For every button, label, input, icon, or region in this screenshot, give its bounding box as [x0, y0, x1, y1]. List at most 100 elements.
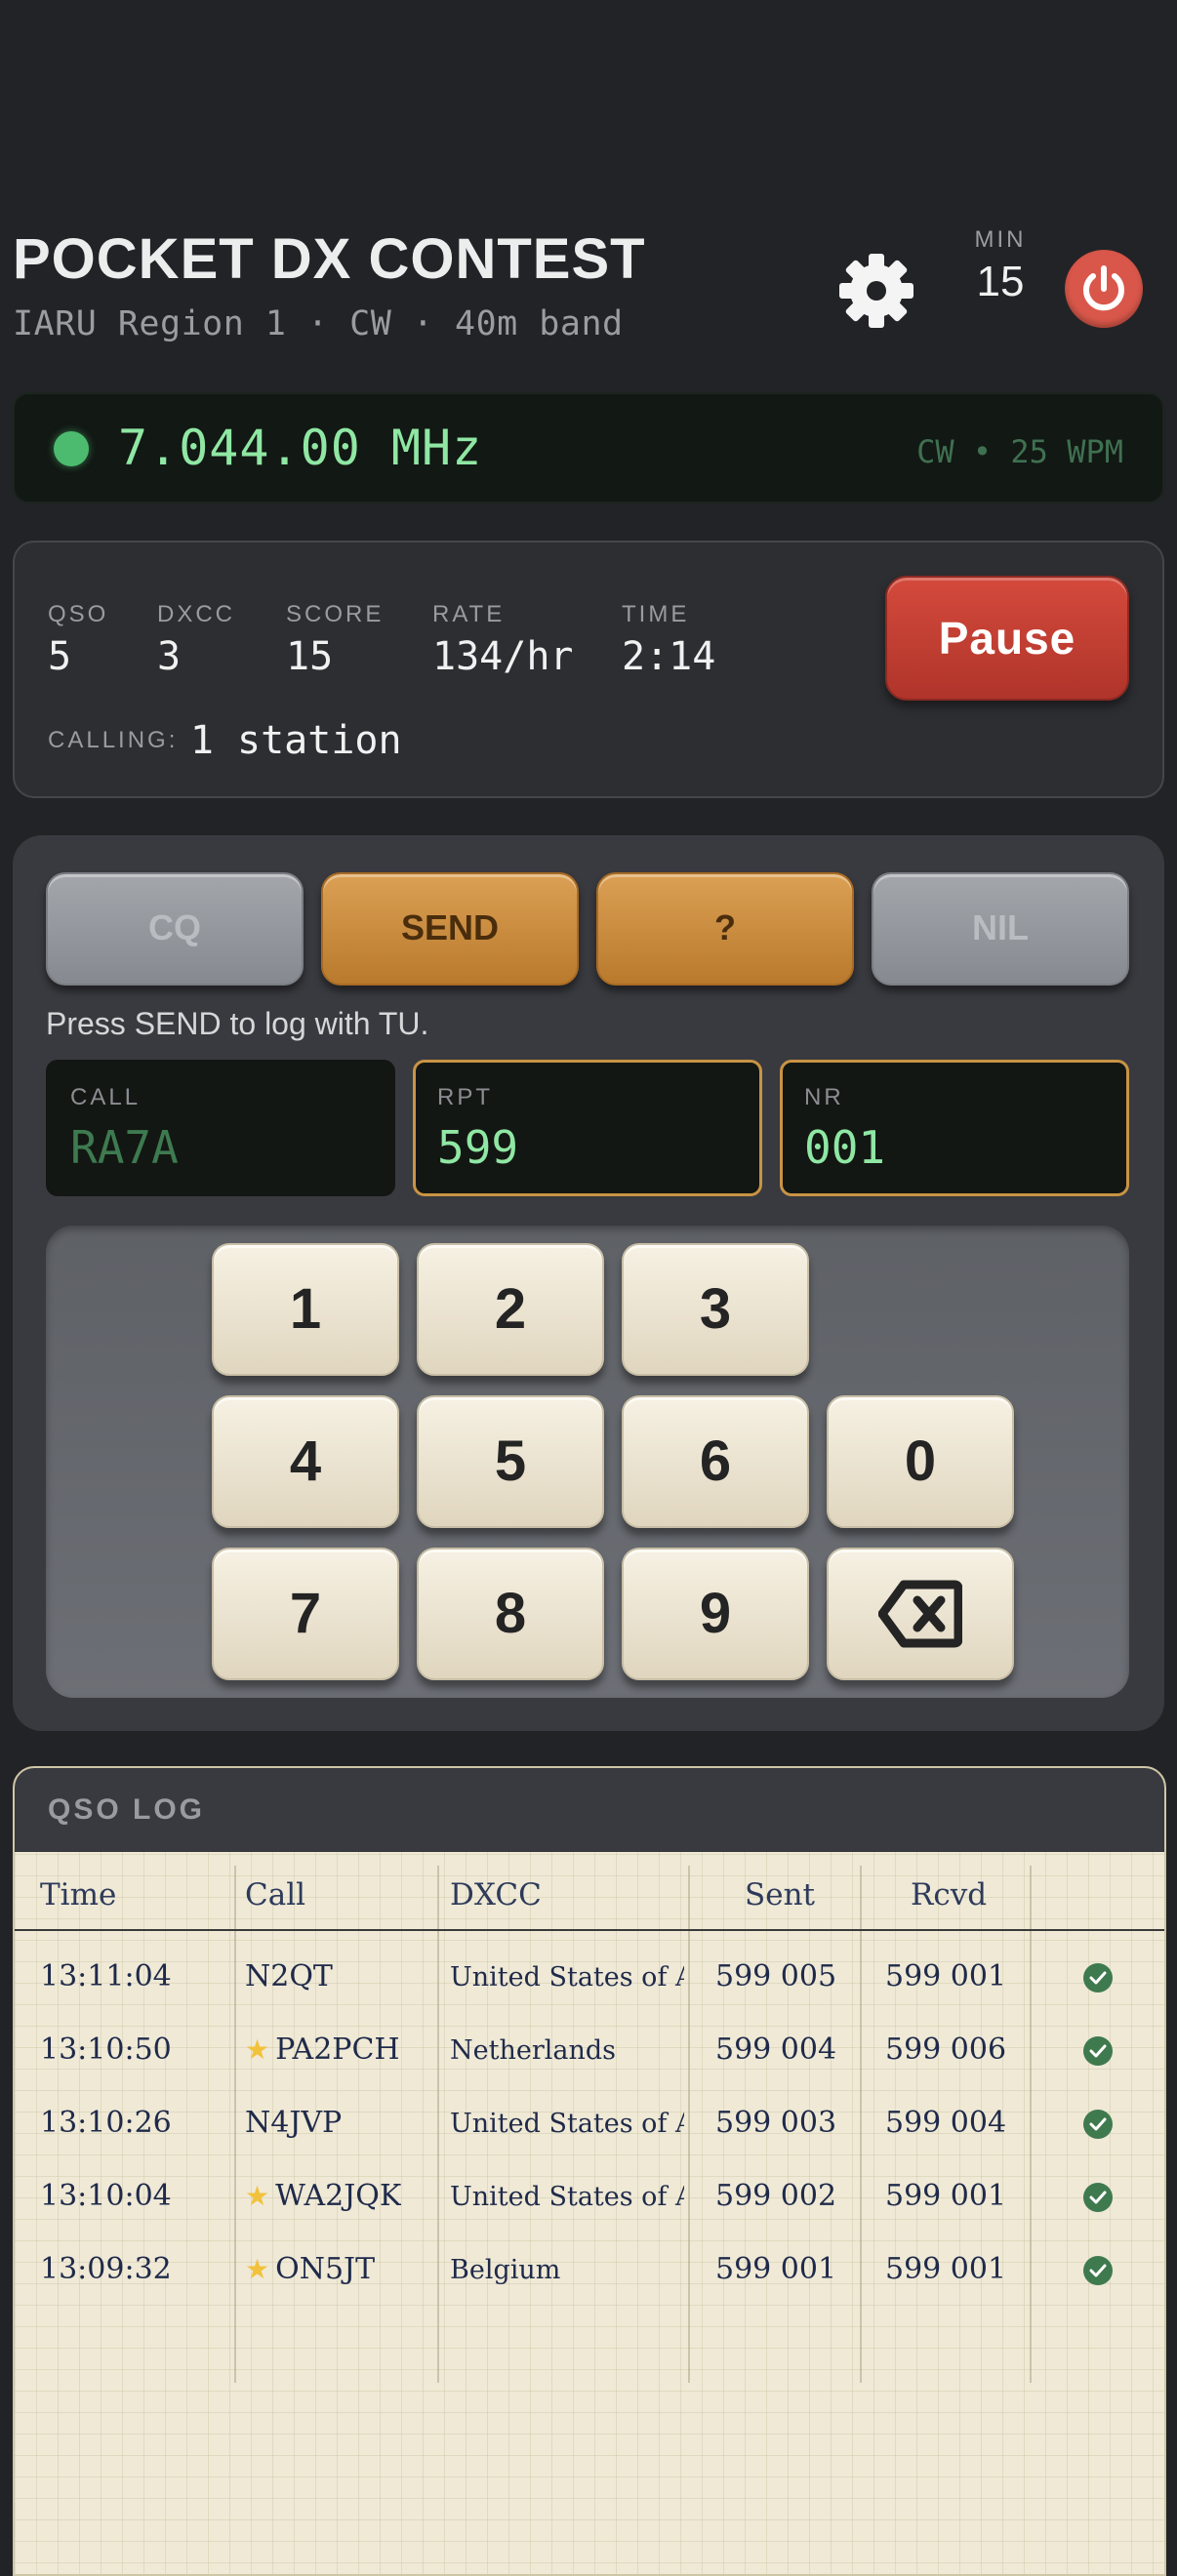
app-header: POCKET DX CONTEST IARU Region 1 · CW · 4… — [13, 226, 1164, 353]
column-header-rcvd: Rcvd — [911, 1877, 988, 1912]
keyer-panel: CQ SEND ? NIL Press SEND to log with TU.… — [13, 835, 1164, 1731]
stat-value: 134/hr — [432, 634, 574, 679]
header-divider — [15, 1929, 1164, 1931]
log-dxcc: United States of A... — [450, 2109, 684, 2139]
log-sent: 599 001 — [715, 2252, 837, 2286]
log-time: 13:10:26 — [40, 2106, 172, 2140]
backspace-icon — [877, 1580, 963, 1648]
cq-button[interactable]: CQ — [46, 872, 304, 986]
field-label: NR — [804, 1084, 844, 1110]
table-row[interactable]: 13:10:50 ★ PA2PCH Netherlands 599 004 599 006 — [15, 2015, 1164, 2088]
column-header-sent: Sent — [745, 1877, 816, 1912]
check-icon — [1083, 2036, 1113, 2066]
power-icon — [1083, 265, 1124, 311]
log-call: N2QT — [245, 1959, 333, 1993]
minutes-value: 15 — [976, 258, 1025, 305]
mode-speed: CW • 25 WPM — [916, 433, 1123, 470]
log-rcvd: 599 001 — [885, 2252, 1007, 2286]
key-0[interactable]: 0 — [827, 1395, 1014, 1528]
log-call: ★ PA2PCH — [245, 2033, 400, 2067]
stat-time: TIME 2:14 — [622, 601, 715, 679]
log-sent: 599 002 — [715, 2179, 837, 2213]
stat-value: 2:14 — [622, 634, 716, 679]
stat-qso: QSO 5 — [48, 601, 108, 679]
gear-icon[interactable] — [837, 252, 915, 330]
stat-value: 15 — [286, 634, 334, 679]
key-8[interactable]: 8 — [417, 1548, 604, 1680]
key-3[interactable]: 3 — [622, 1243, 809, 1376]
stat-value: 3 — [157, 634, 182, 679]
log-time: 13:10:04 — [40, 2179, 172, 2213]
key-1[interactable]: 1 — [212, 1243, 399, 1376]
pause-button[interactable]: Pause — [885, 576, 1129, 701]
contest-subtitle: IARU Region 1 · CW · 40m band — [13, 304, 624, 343]
rpt-field[interactable]: RPT 599 — [413, 1060, 762, 1196]
hint-text: Press SEND to log with TU. — [46, 1006, 429, 1041]
send-button[interactable]: SEND — [321, 872, 579, 986]
column-header-dxcc: DXCC — [450, 1877, 542, 1912]
signal-indicator — [54, 431, 89, 466]
log-title: QSO LOG — [48, 1793, 206, 1826]
key-2[interactable]: 2 — [417, 1243, 604, 1376]
column-header-time: Time — [40, 1877, 117, 1912]
key-5[interactable]: 5 — [417, 1395, 604, 1528]
table-row[interactable]: 13:10:04 ★WA2JQK United States of A... 599 … — [15, 2161, 1164, 2234]
key-7[interactable]: 7 — [212, 1548, 399, 1680]
check-icon — [1083, 2183, 1113, 2212]
score-panel: QSO 5 DXCC 3 SCORE 15 RATE 134/hr TIME 2… — [13, 541, 1164, 798]
nil-button[interactable]: NIL — [872, 872, 1129, 986]
power-button[interactable] — [1065, 250, 1143, 328]
minutes-label: MIN — [974, 226, 1027, 253]
stat-label: QSO — [48, 601, 109, 627]
log-call: ★ ON5JT — [245, 2252, 375, 2286]
stat-label: DXCC — [157, 601, 236, 627]
call-field[interactable]: CALL RA7A — [46, 1060, 395, 1196]
field-value: RA7A — [70, 1121, 179, 1174]
calling-label: CALLING: — [48, 727, 179, 753]
log-call-text: ON5JT — [275, 2252, 376, 2286]
log-dxcc: United States of A... — [450, 2182, 684, 2212]
star-icon: ★ — [245, 2033, 270, 2066]
minutes-display: MIN 15 — [961, 226, 1039, 306]
field-label: RPT — [437, 1084, 493, 1110]
log-sent: 599 004 — [715, 2033, 837, 2067]
table-row[interactable]: 13:10:26 N4JVP United States of A... 599 00… — [15, 2088, 1164, 2161]
log-dxcc: Netherlands — [450, 2035, 616, 2066]
keypad: 1 2 3 4 5 6 0 7 8 9 — [46, 1226, 1129, 1698]
calling-status: CALLING: 1 station — [48, 718, 402, 763]
star-icon: ★ — [245, 2253, 270, 2285]
field-label: CALL — [70, 1084, 142, 1110]
log-time: 13:10:50 — [40, 2033, 172, 2067]
log-time: 13:11:04 — [40, 1959, 172, 1993]
table-row[interactable]: 13:09:32 ★ ON5JT Belgium 599 001 599 001 — [15, 2234, 1164, 2308]
log-rcvd: 599 001 — [885, 2179, 1007, 2213]
log-dxcc: United States of A... — [450, 1962, 684, 1992]
page-title: POCKET DX CONTEST — [13, 227, 646, 291]
nr-field[interactable]: NR 001 — [780, 1060, 1129, 1196]
key-4[interactable]: 4 — [212, 1395, 399, 1528]
check-icon — [1083, 1963, 1113, 1992]
log-header: QSO LOG — [15, 1768, 1164, 1852]
log-rcvd: 599 004 — [885, 2106, 1007, 2140]
qso-log: QSO LOG Time Call DXCC Sent Rcvd 13:11:0… — [13, 1766, 1166, 2576]
key-6[interactable]: 6 — [622, 1395, 809, 1528]
stat-label: SCORE — [286, 601, 385, 627]
log-dxcc: Belgium — [450, 2255, 561, 2285]
field-value: 599 — [437, 1121, 519, 1174]
calling-value: 1 station — [189, 718, 402, 763]
query-button[interactable]: ? — [596, 872, 854, 986]
field-value: 001 — [804, 1121, 886, 1174]
log-call: ★ WA2JQK — [245, 2179, 401, 2213]
backspace-key[interactable] — [827, 1548, 1014, 1680]
stat-dxcc: DXCC 3 — [157, 601, 235, 679]
log-sent: 599 005 — [715, 1959, 837, 1993]
key-9[interactable]: 9 — [622, 1548, 809, 1680]
log-call-text: N4JVP — [245, 2106, 343, 2140]
log-call-text: WA2JQK — [275, 2179, 402, 2213]
stat-value: 5 — [48, 634, 72, 679]
stat-rate: RATE 134/hr — [432, 601, 574, 679]
log-rcvd: 599 006 — [885, 2033, 1007, 2067]
check-icon — [1083, 2110, 1113, 2139]
table-row[interactable]: 13:11:04 N2QT United States of A... 599 005… — [15, 1942, 1164, 2015]
frequency-value: 7.044.00 MHz — [118, 420, 483, 476]
